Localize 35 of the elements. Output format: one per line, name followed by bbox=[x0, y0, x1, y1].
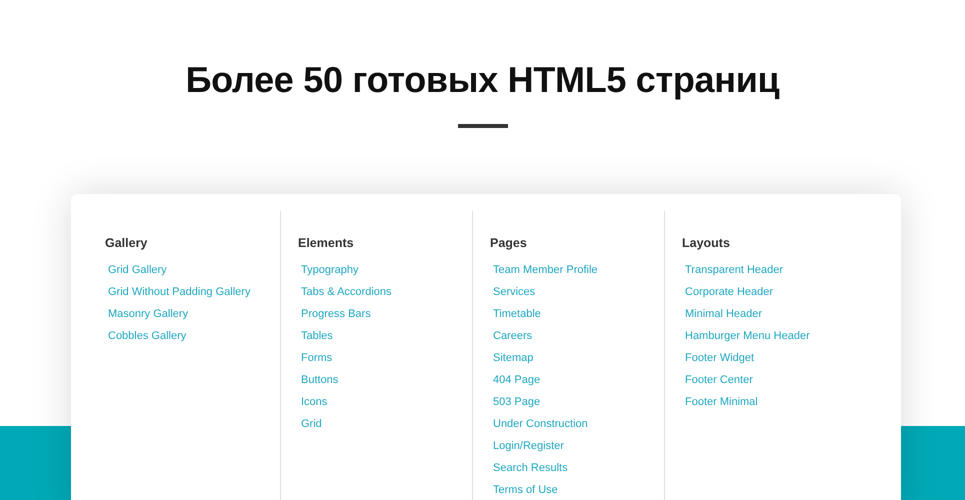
page-link[interactable]: Footer Widget bbox=[685, 351, 754, 365]
page-link[interactable]: Team Member Profile bbox=[493, 263, 598, 277]
page-link[interactable]: Grid Gallery bbox=[108, 263, 167, 277]
page-link[interactable]: Progress Bars bbox=[301, 307, 371, 321]
page-link[interactable]: Cobbles Gallery bbox=[108, 329, 186, 343]
page-link[interactable]: Grid Without Padding Gallery bbox=[108, 285, 250, 299]
page-link[interactable]: Tabs & Accordions bbox=[301, 285, 392, 299]
page-link[interactable]: Tables bbox=[301, 329, 333, 343]
page-link[interactable]: Icons bbox=[301, 395, 328, 409]
page-link[interactable]: Minimal Header bbox=[685, 307, 762, 321]
section-title: Более 50 готовых HTML5 страниц bbox=[184, 58, 780, 102]
page-link[interactable]: Footer Minimal bbox=[685, 395, 758, 409]
page-link[interactable]: Search Results bbox=[493, 461, 568, 475]
page-link[interactable]: Hamburger Menu Header bbox=[685, 329, 810, 343]
page-link[interactable]: Sitemap bbox=[493, 351, 534, 365]
page-link[interactable]: Corporate Header bbox=[685, 285, 774, 299]
page-link[interactable]: Typography bbox=[301, 263, 358, 277]
page-link[interactable]: 404 Page bbox=[493, 373, 540, 387]
column-heading: Pages bbox=[490, 235, 527, 251]
page-link[interactable]: Buttons bbox=[301, 373, 338, 387]
page-link[interactable]: Terms of Use bbox=[493, 483, 558, 497]
page-link[interactable]: Grid bbox=[301, 417, 322, 431]
page-link[interactable]: Forms bbox=[301, 351, 332, 365]
page-link[interactable]: Under Construction bbox=[493, 417, 588, 431]
column-heading: Gallery bbox=[105, 235, 148, 251]
column-heading: Layouts bbox=[682, 235, 730, 251]
page-link[interactable]: Login/Register bbox=[493, 439, 564, 453]
page-link[interactable]: Masonry Gallery bbox=[108, 307, 188, 321]
page-link[interactable]: Services bbox=[493, 285, 536, 299]
page-link[interactable]: 503 Page bbox=[493, 395, 540, 409]
page-link[interactable]: Footer Center bbox=[685, 373, 753, 387]
page-link[interactable]: Timetable bbox=[493, 307, 541, 321]
page-link[interactable]: Careers bbox=[493, 329, 532, 343]
column-heading: Elements bbox=[298, 235, 354, 251]
page-link[interactable]: Transparent Header bbox=[685, 263, 784, 277]
